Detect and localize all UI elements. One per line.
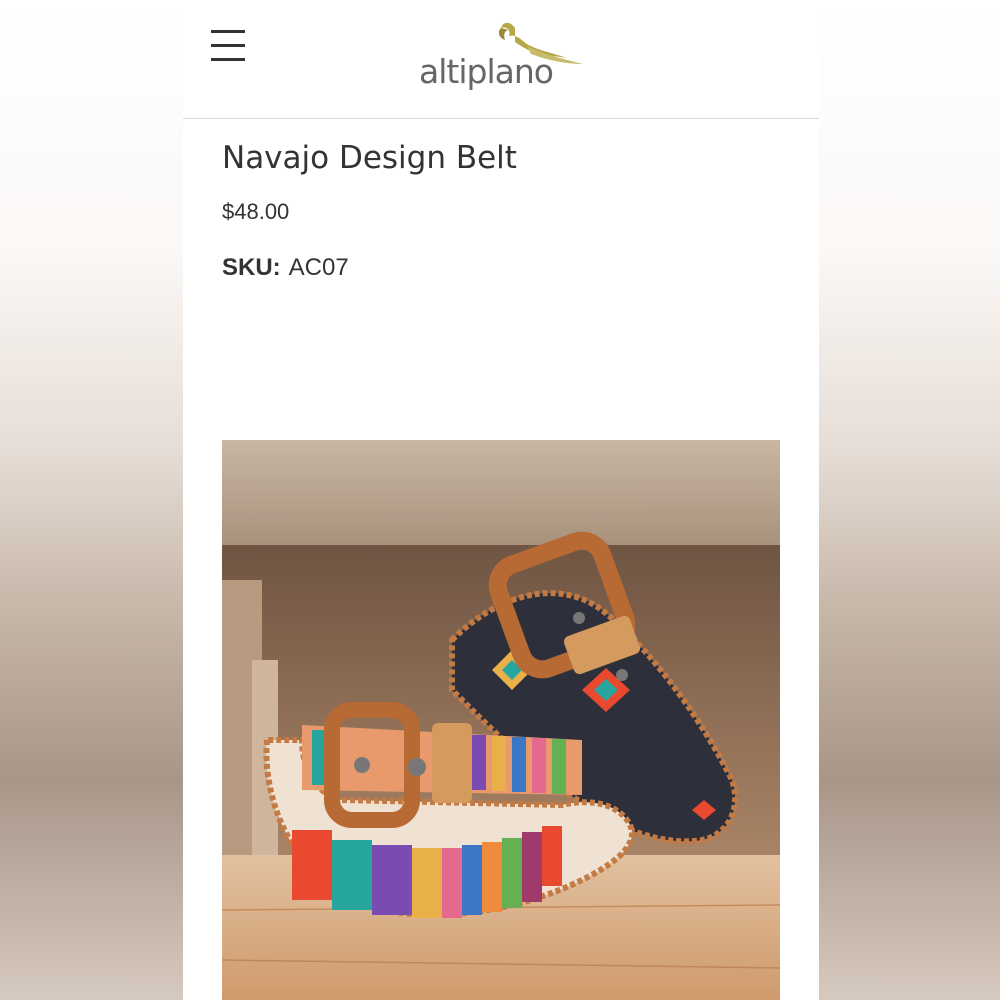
product-price: $48.00 [222,199,290,224]
sku-label: SKU: [222,254,281,281]
product-sku: SKU: AC07 [222,254,349,282]
hamburger-menu-icon[interactable] [211,30,245,62]
product-title: Navajo Design Belt [222,140,517,176]
site-header: altiplano [183,0,819,119]
brand-name: altiplano [419,52,554,91]
sku-value: AC07 [288,254,349,281]
background-right [819,0,1000,1000]
site-logo[interactable]: altiplano [417,18,587,98]
background-left [0,0,183,1000]
product-page: altiplano Navajo Design Belt $48.00 SKU:… [183,0,819,1000]
belts-photo-illustration [222,440,780,1000]
product-photo[interactable] [222,440,780,1000]
